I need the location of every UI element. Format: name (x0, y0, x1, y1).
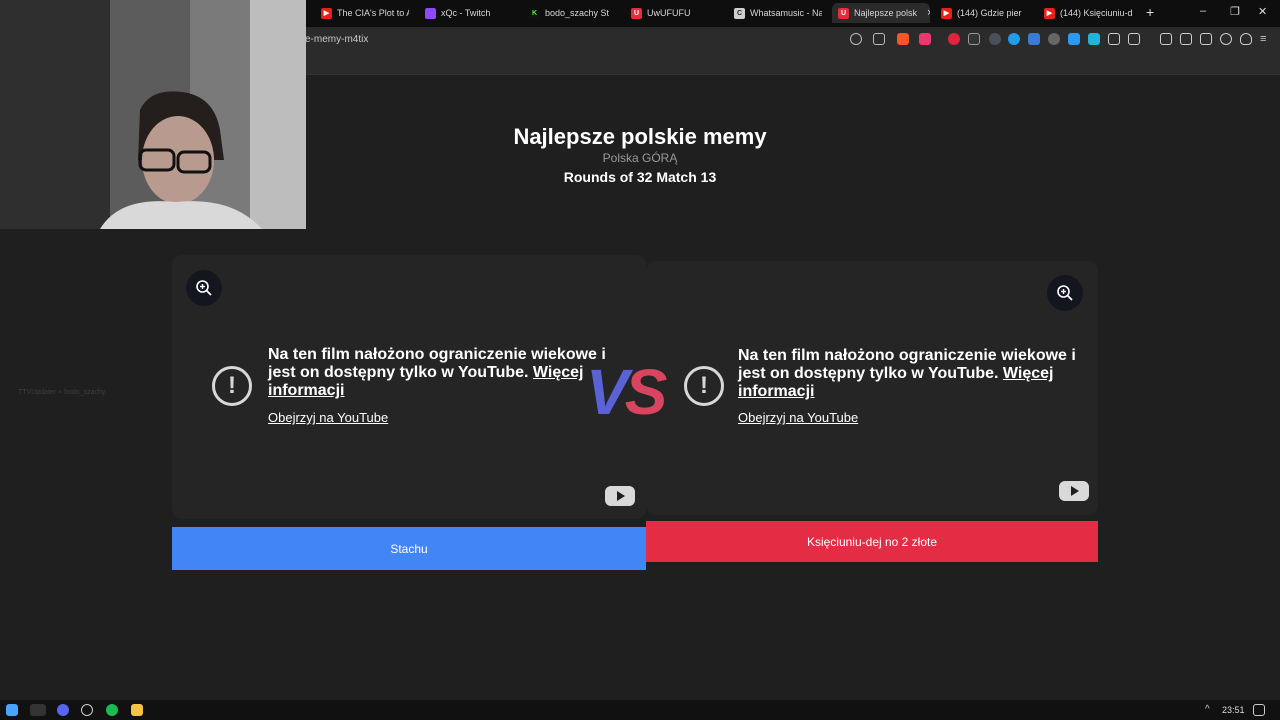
tab-label: Whatsamusic - Nam (750, 8, 822, 18)
uwufufu-icon: U (631, 7, 642, 19)
youtube-logo-icon[interactable] (1059, 481, 1089, 501)
choose-right-button[interactable]: Księciuniu-dej no 2 złote (646, 521, 1098, 562)
sidebar-icon[interactable] (1180, 33, 1192, 45)
zoom-in-icon[interactable] (1047, 275, 1083, 311)
tab-label: bodo_szachy St (545, 8, 610, 18)
chevron-up-icon[interactable]: ^ (1205, 704, 1215, 716)
tab-whatsamusic[interactable]: C Whatsamusic - Nam (734, 3, 822, 23)
choose-left-button[interactable]: Stachu (172, 527, 646, 570)
close-tab-icon[interactable]: × (927, 7, 930, 19)
zoom-in-icon[interactable] (186, 270, 222, 306)
tab-label: The CIA's Plot to Au (337, 8, 409, 18)
watch-on-youtube-link[interactable]: Obejrzyj na YouTube (268, 410, 388, 425)
extension-icon[interactable] (1048, 33, 1060, 45)
warning-icon: ! (684, 366, 724, 406)
whatsamusic-icon: C (734, 7, 745, 19)
extension-icon[interactable] (1028, 33, 1040, 45)
notifications-icon[interactable] (1253, 704, 1265, 716)
menu-icon[interactable]: ≡ (1260, 33, 1272, 45)
tab-uwufufu[interactable]: U UwUFUFU (631, 3, 721, 23)
zoom-icon[interactable] (850, 33, 862, 45)
tab-youtube-gdzie[interactable]: ▶ (144) Gdzie pier (941, 3, 1027, 23)
extension-icon[interactable] (989, 33, 1001, 45)
youtube-logo-icon[interactable] (605, 486, 635, 506)
extension-icon[interactable] (1088, 33, 1100, 45)
youtube-icon: ▶ (1044, 7, 1055, 19)
tab-youtube-ksieciuniu[interactable]: ▶ (144) Księciuniu-dej (1044, 3, 1132, 23)
tab-label: Najlepsze polsk (854, 8, 918, 18)
webcam-overlay (0, 0, 306, 229)
windows-start-icon[interactable] (6, 704, 18, 716)
watch-on-youtube-link[interactable]: Obejrzyj na YouTube (738, 410, 858, 425)
brave-taskbar-icon[interactable] (30, 704, 46, 716)
restore-button[interactable]: ❐ (1230, 5, 1240, 18)
youtube-icon: ▶ (321, 7, 332, 19)
youtube-icon: ▶ (941, 7, 952, 19)
vs-letter-s: S (624, 356, 668, 428)
extension-icon[interactable] (1128, 33, 1140, 45)
age-restriction-message: Na ten film nałożono ograniczenie wiekow… (738, 347, 1078, 401)
music-icon[interactable] (1160, 33, 1172, 45)
twitch-icon (425, 7, 436, 19)
extension-icon[interactable] (1008, 33, 1020, 45)
file-explorer-icon[interactable] (131, 704, 143, 716)
stream-overlay-text: TTVUpdater × bodo_szachy (18, 389, 106, 396)
warning-icon: ! (212, 366, 252, 406)
tab-kick-bodo[interactable]: K bodo_szachy St (529, 3, 613, 23)
new-tab-button[interactable]: + (1146, 4, 1154, 20)
puzzle-icon[interactable] (1108, 33, 1120, 45)
share-icon[interactable] (873, 33, 885, 45)
extension-icon[interactable] (1068, 33, 1080, 45)
brave-rewards-icon[interactable] (919, 33, 931, 45)
url-field[interactable]: ze-memy-m4tix (300, 34, 368, 45)
leo-ai-icon[interactable] (1220, 33, 1232, 45)
kick-icon: K (529, 7, 540, 19)
extension-icon[interactable] (948, 33, 960, 45)
tab-youtube-cia[interactable]: ▶ The CIA's Plot to Au (321, 3, 409, 23)
vpn-shield-icon[interactable] (1240, 33, 1252, 45)
tab-label: (144) Księciuniu-dej (1060, 8, 1132, 18)
windows-taskbar: ^ 23:51 (0, 700, 1280, 720)
vs-letter-v: V (586, 356, 629, 428)
uwufufu-icon: U (838, 7, 849, 19)
tab-najlepsze-polskie-memy[interactable]: U Najlepsze polsk × (832, 3, 930, 23)
spotify-icon[interactable] (106, 704, 118, 716)
tab-label: (144) Gdzie pier (957, 8, 1022, 18)
vs-badge: VS (586, 360, 667, 424)
minimize-button[interactable]: – (1200, 5, 1206, 17)
tab-label: xQc - Twitch (441, 8, 491, 18)
obs-icon[interactable] (81, 704, 93, 716)
tab-label: UwUFUFU (647, 8, 691, 18)
tab-twitch-xqc[interactable]: xQc - Twitch (425, 3, 515, 23)
wallet-icon[interactable] (1200, 33, 1212, 45)
taskbar-clock[interactable]: 23:51 (1222, 705, 1245, 715)
age-restriction-message: Na ten film nałożono ograniczenie wiekow… (268, 346, 618, 400)
discord-icon[interactable] (57, 704, 69, 716)
right-video-card[interactable]: ! Na ten film nałożono ograniczenie wiek… (646, 261, 1098, 515)
close-window-button[interactable]: ✕ (1258, 5, 1267, 18)
brave-shields-icon[interactable] (897, 33, 909, 45)
left-video-card[interactable]: ! Na ten film nałożono ograniczenie wiek… (172, 255, 646, 519)
extension-icon[interactable] (968, 33, 980, 45)
